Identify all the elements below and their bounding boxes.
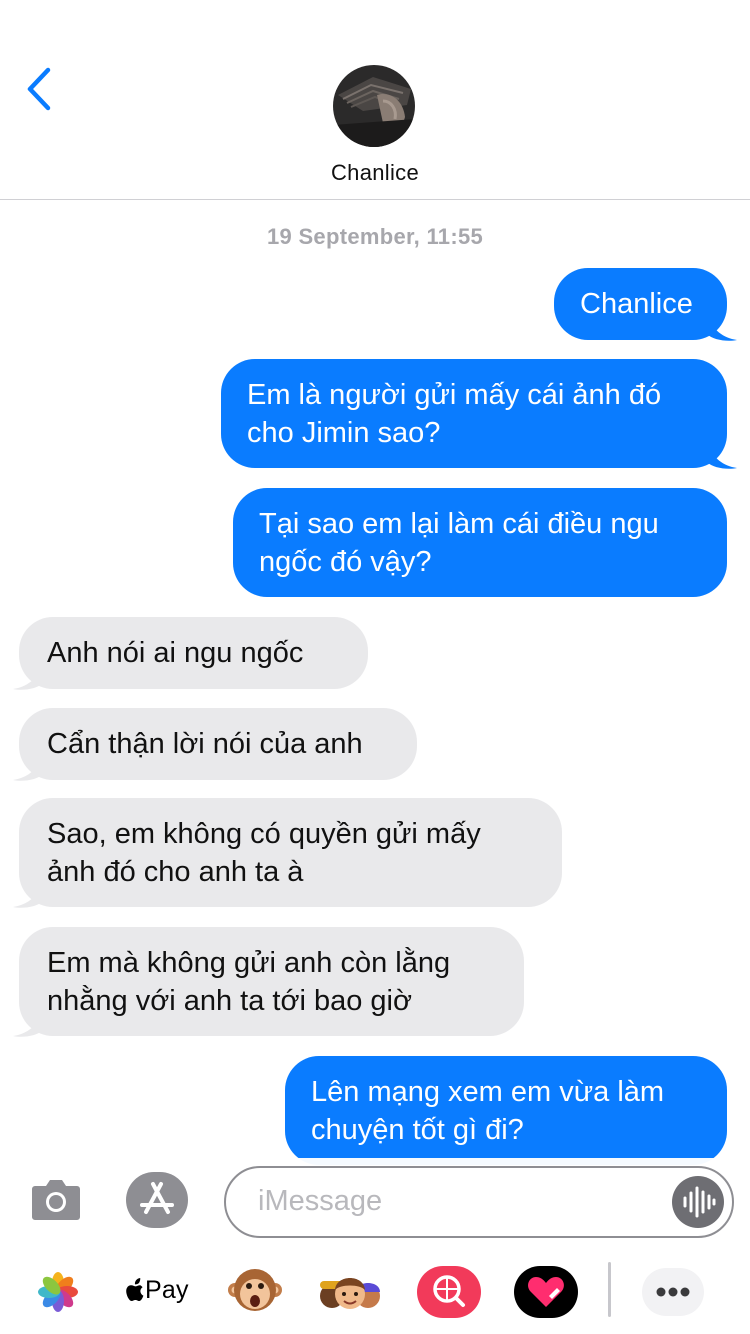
message-text-line: Tại sao em lại làm cái điều ngu [259, 508, 659, 540]
message-text-line: nhằng với anh ta tới bao giờ [47, 985, 413, 1017]
bubble-tail [707, 444, 737, 469]
message-bubble-incoming[interactable]: Anh nói ai ngu ngốc [19, 617, 368, 689]
message-text-line: Lên mạng xem em vừa làm [311, 1076, 665, 1108]
apple-pay-button[interactable]: Pay [120, 1264, 192, 1320]
message-input[interactable]: iMessage [224, 1166, 734, 1238]
image-search-app-button[interactable] [416, 1264, 482, 1320]
camera-button[interactable] [31, 1176, 81, 1227]
photos-icon [38, 1272, 78, 1312]
bubble-tail [13, 883, 43, 908]
message-text-line: ảnh đó cho anh ta à [47, 856, 304, 888]
digital-touch-icon [514, 1266, 578, 1318]
drawer-divider [608, 1262, 611, 1317]
avatar-image [333, 65, 415, 147]
message-text-line: Chanlice [580, 288, 693, 320]
apple-pay-icon [126, 1278, 144, 1301]
message-bubble-outgoing[interactable]: Em là người gửi mấy cái ảnh đó cho Jimin… [221, 359, 727, 468]
conversation-header: Chanlice [0, 0, 750, 200]
audio-message-button[interactable] [672, 1176, 724, 1228]
bubble-tail [13, 665, 43, 690]
message-text-line: chuyện tốt gì đi? [311, 1114, 524, 1146]
photos-app-button[interactable] [28, 1264, 88, 1320]
message-timestamp: 19 September, 11:55 [266, 224, 484, 249]
camera-icon [32, 1180, 80, 1220]
more-apps-icon [642, 1268, 704, 1316]
digital-touch-app-button[interactable] [513, 1264, 579, 1320]
message-input-placeholder: iMessage [258, 1185, 383, 1217]
message-text-line: Anh nói ai ngu ngốc [47, 637, 304, 669]
audio-waveform-icon [683, 1186, 716, 1218]
message-text-line: Em mà không gửi anh còn lằng [47, 947, 451, 979]
message-text-line: Cẩn thận lời nói của anh [47, 728, 363, 760]
app-store-button[interactable] [126, 1172, 188, 1228]
back-button[interactable] [22, 64, 62, 114]
message-text-line: Sao, em không có quyền gửi mấy [47, 818, 481, 850]
message-bubble-incoming[interactable]: Em mà không gửi anh còn lằng nhằng với a… [19, 927, 524, 1036]
apple-pay-label: Pay [145, 1276, 189, 1304]
message-text-line: Em là người gửi mấy cái ảnh đó [247, 379, 662, 411]
message-text-line: ngốc đó vậy? [259, 546, 432, 578]
app-store-icon [140, 1182, 174, 1214]
more-apps-button[interactable] [641, 1264, 705, 1320]
message-bubble-outgoing[interactable]: Chanlice [554, 268, 727, 340]
web-image-search-icon [417, 1266, 481, 1318]
contact-avatar[interactable] [333, 65, 415, 147]
animoji-monkey-icon [228, 1269, 282, 1311]
message-bubble-outgoing[interactable]: Tại sao em lại làm cái điều ngu ngốc đó … [233, 488, 727, 597]
memoji-stickers-icon [320, 1278, 380, 1309]
animoji-app-button[interactable] [225, 1264, 285, 1320]
message-bubble-outgoing[interactable]: Lên mạng xem em vừa làm chuyện tốt gì đi… [285, 1056, 727, 1165]
bubble-tail [13, 756, 43, 781]
contact-name[interactable]: Chanlice [0, 160, 750, 186]
bubble-tail [13, 1012, 43, 1037]
chevron-left-icon [27, 67, 51, 111]
bubble-tail [707, 316, 737, 341]
message-bubble-incoming[interactable]: Sao, em không có quyền gửi mấy ảnh đó ch… [19, 798, 562, 907]
message-text-line: cho Jimin sao? [247, 417, 441, 449]
memoji-stickers-button[interactable] [318, 1264, 380, 1320]
message-bubble-incoming[interactable]: Cẩn thận lời nói của anh [19, 708, 417, 780]
